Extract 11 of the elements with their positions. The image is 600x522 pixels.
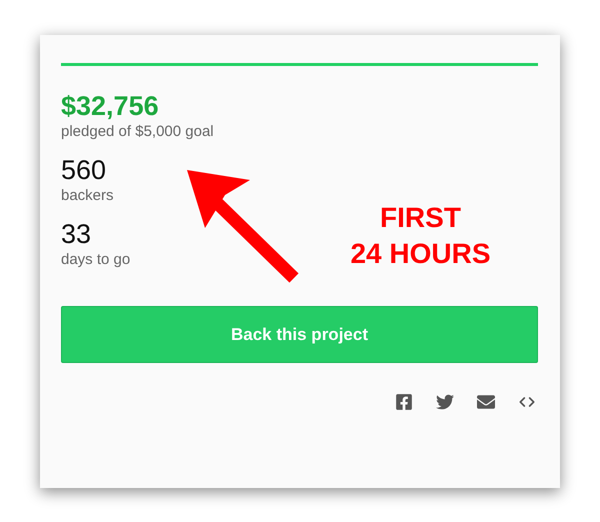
annotation-text: FIRST [380,201,461,235]
stat-value: 560 [61,154,106,186]
stat-value: 33 [61,218,92,250]
bird-icon[interactable] [435,392,454,411]
back-project-button[interactable]: Back this project [61,306,538,363]
annotation-text: 24 HOURS [350,237,491,271]
stat-label: backers [61,186,114,206]
stat-label: days to go [61,250,130,270]
facebook-icon[interactable] [394,392,413,411]
stat-value: $32,756 [61,90,159,122]
stat-label: pledged of $5,000 goal [61,122,214,142]
